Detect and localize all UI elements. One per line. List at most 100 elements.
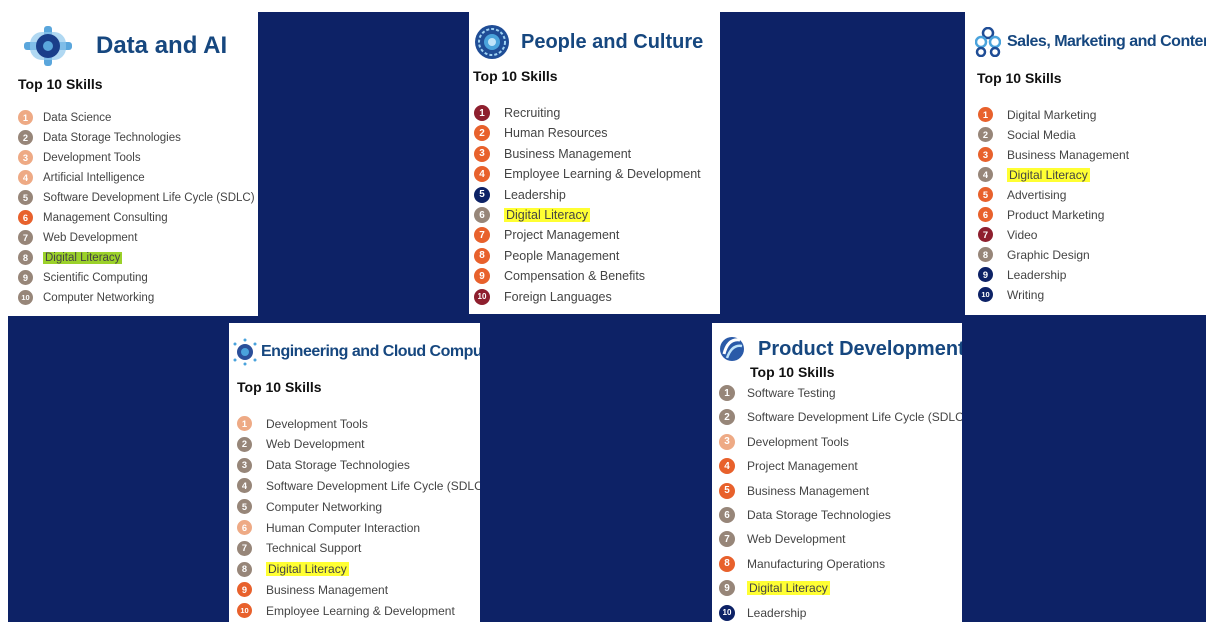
card-title: People and Culture <box>521 30 704 53</box>
rank-badge: 3 <box>18 150 33 165</box>
rank-badge: 1 <box>978 107 993 122</box>
skill-label: Data Storage Technologies <box>266 458 410 473</box>
skill-label: Employee Learning & Development <box>504 167 701 182</box>
skill-item: 1 Data Science <box>18 110 111 125</box>
skill-label: Development Tools <box>43 151 141 164</box>
card-subtitle: Top 10 Skills <box>18 76 103 92</box>
spark-globe-icon <box>233 338 257 366</box>
rank-badge: 7 <box>18 230 33 245</box>
rank-badge: 6 <box>978 207 993 222</box>
skill-item: 7 Technical Support <box>237 540 362 556</box>
skill-label: Management Consulting <box>43 211 168 224</box>
rank-badge: 2 <box>978 127 993 142</box>
skill-item: 8 Manufacturing Operations <box>719 555 886 572</box>
rank-badge: 5 <box>719 482 735 499</box>
rank-badge: 6 <box>18 210 33 225</box>
card-title: Product Development <box>758 337 962 360</box>
rank-badge: 9 <box>978 267 993 282</box>
skill-item: 3 Development Tools <box>18 150 141 165</box>
skill-label: Business Management <box>504 146 632 161</box>
rank-badge: 2 <box>719 409 735 426</box>
skill-item: 2 Data Storage Technologies <box>18 130 181 145</box>
card-subtitle: Top 10 Skills <box>473 68 558 84</box>
skill-item: 6 Management Consulting <box>18 210 168 225</box>
skill-label: Social Media <box>1007 127 1076 142</box>
skill-label: Manufacturing Operations <box>747 556 886 571</box>
card-data-and-ai: Data and AI Top 10 Skills 1 Data Science 2… <box>8 12 258 316</box>
skill-item: 6 Human Computer Interaction <box>237 520 420 535</box>
skill-label: Product Marketing <box>1007 207 1105 222</box>
skill-item: 3 Development Tools <box>719 433 849 450</box>
rank-badge: 4 <box>474 166 490 183</box>
skill-label: Digital Literacy <box>747 581 830 596</box>
skill-item: 9 Business Management <box>237 582 389 598</box>
skill-item: 5 Software Development Life Cycle (SDLC) <box>18 190 255 205</box>
rank-badge: 8 <box>237 561 252 577</box>
rank-badge: 9 <box>719 580 735 597</box>
skill-item: 7 Project Management <box>474 227 619 244</box>
cluster-icon <box>975 27 1001 57</box>
card-sales-marketing-content: Sales, Marketing and Content Top 10 Skil… <box>965 12 1206 315</box>
skill-item: 9 Scientific Computing <box>18 270 148 285</box>
rank-badge: 2 <box>474 125 490 142</box>
skill-item: 10 Computer Networking <box>18 290 154 305</box>
skill-label: Human Resources <box>504 126 608 141</box>
skill-item: 10 Leadership <box>719 604 806 621</box>
skill-item: 3 Data Storage Technologies <box>237 457 410 473</box>
skill-item: 5 Advertising <box>978 187 1066 202</box>
skill-label: Web Development <box>43 231 138 244</box>
rank-badge: 10 <box>978 287 993 302</box>
card-subtitle: Top 10 Skills <box>237 379 322 395</box>
skill-label: Technical Support <box>266 541 362 556</box>
skill-item: 2 Human Resources <box>474 125 608 142</box>
rank-badge: 5 <box>474 186 490 203</box>
skill-label: Business Management <box>266 582 389 597</box>
skill-item: 6 Data Storage Technologies <box>719 507 891 523</box>
rank-badge: 4 <box>237 478 252 494</box>
skill-item: 8 Digital Literacy <box>18 250 123 265</box>
swirl-icon <box>720 337 744 361</box>
skill-item: 8 People Management <box>474 247 619 264</box>
skill-label: Business Management <box>747 483 870 498</box>
rank-badge: 6 <box>474 207 490 223</box>
skill-label: Advertising <box>1007 187 1067 202</box>
skill-item: 10 Foreign Languages <box>474 288 612 305</box>
skill-item: 3 Business Management <box>978 147 1129 162</box>
skill-item: 10 Writing <box>978 287 1044 302</box>
skill-item: 4 Artificial Intelligence <box>18 170 145 185</box>
rank-badge: 8 <box>978 247 993 262</box>
skill-label: Compensation & Benefits <box>504 269 646 284</box>
card-title: Engineering and Cloud Computing <box>261 343 480 360</box>
skill-item: 1 Software Testing <box>719 385 836 401</box>
skill-item: 9 Digital Literacy <box>719 580 830 597</box>
skill-item: 8 Digital Literacy <box>237 561 349 577</box>
rank-badge: 7 <box>719 531 735 548</box>
skill-label: Project Management <box>747 459 858 474</box>
rank-badge: 5 <box>237 499 252 515</box>
skill-label: Computer Networking <box>43 291 155 304</box>
rank-badge: 2 <box>18 130 33 145</box>
skill-item: 3 Business Management <box>474 145 632 162</box>
skill-item: 4 Project Management <box>719 458 858 475</box>
skill-label: Digital Literacy <box>266 562 349 577</box>
rank-badge: 8 <box>18 250 33 265</box>
skill-label: Digital Marketing <box>1007 107 1097 122</box>
skill-item: 1 Development Tools <box>237 416 368 431</box>
skill-label: Data Science <box>43 111 112 124</box>
rank-badge: 9 <box>18 270 33 285</box>
skill-item: 7 Web Development <box>719 531 846 548</box>
skill-label: Software Development Life Cycle (SDLC) <box>266 478 480 493</box>
rank-badge: 5 <box>978 187 993 202</box>
globe-icon <box>475 25 509 59</box>
rank-badge: 10 <box>237 603 252 619</box>
rank-badge: 7 <box>237 540 252 556</box>
skill-item: 7 Web Development <box>18 230 137 245</box>
skill-item: 2 Social Media <box>978 127 1076 142</box>
skill-label: Video <box>1007 227 1038 242</box>
card-people-and-culture: People and Culture Top 10 Skills 1 Recrui… <box>469 12 720 314</box>
skill-label: Foreign Languages <box>504 289 612 304</box>
rank-badge: 9 <box>237 582 252 598</box>
skill-label: Software Development Life Cycle (SDLC) <box>747 410 962 425</box>
rank-badge: 5 <box>18 190 33 205</box>
card-subtitle: Top 10 Skills <box>977 70 1062 86</box>
